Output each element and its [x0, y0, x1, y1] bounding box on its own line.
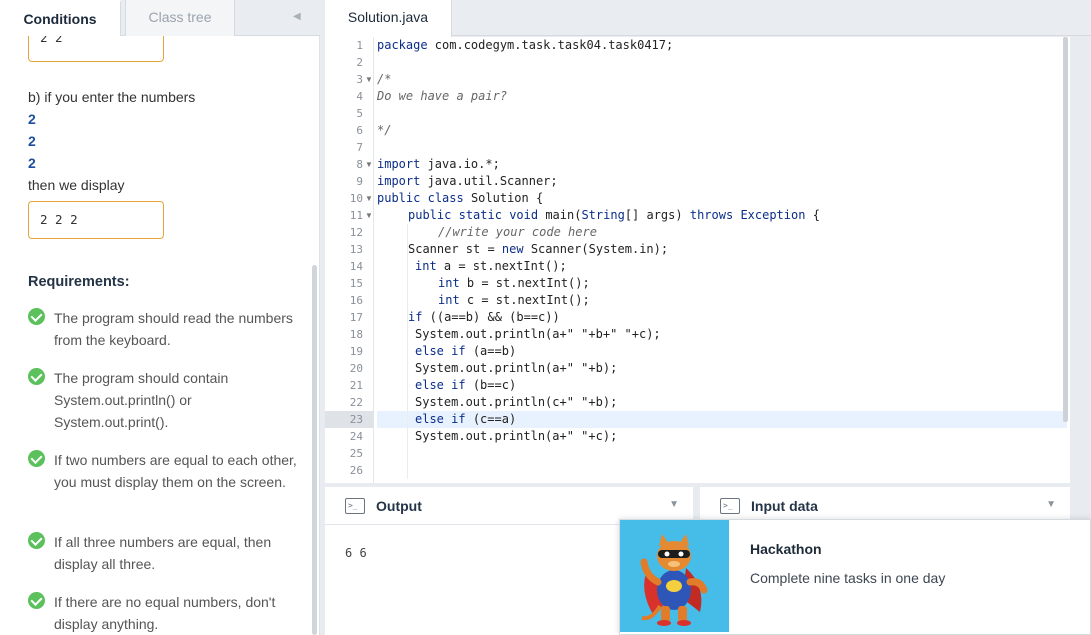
line-number: 7	[356, 141, 363, 154]
fold-arrow-icon[interactable]: ▼	[365, 156, 373, 173]
example-output-box: 2 2 2	[28, 201, 164, 239]
editor-tab-bar: Solution.java	[325, 0, 1091, 37]
line-number: 10	[349, 192, 363, 205]
line-number: 19	[349, 345, 363, 358]
line-number: 16	[349, 294, 363, 307]
check-icon	[28, 450, 45, 467]
line-number: 14	[349, 260, 363, 273]
check-icon	[28, 368, 45, 385]
line-number: 20	[349, 362, 363, 375]
code-line: System.out.println(a+" "+c);	[415, 429, 618, 443]
terminal-icon: >_	[345, 498, 365, 514]
requirements-title: Requirements:	[28, 274, 130, 290]
example-then-text: then we display	[28, 177, 125, 193]
line-number: 3	[356, 73, 363, 86]
code-line: public static void main(String[] args) t…	[408, 208, 820, 222]
requirement-text: If two numbers are equal to each other, …	[54, 452, 297, 490]
code-line: package com.codegym.task.task04.task0417…	[377, 38, 674, 52]
tab-conditions[interactable]: Conditions	[0, 0, 121, 36]
check-icon	[28, 308, 45, 325]
example-output-box: 2 2	[28, 36, 164, 62]
code-area[interactable]: package com.codegym.task.task04.task0417…	[377, 37, 1067, 483]
notification-title: Hackathon	[750, 541, 822, 557]
line-number: 2	[356, 56, 363, 69]
code-line: int b = st.nextInt();	[438, 276, 590, 290]
chevron-down-icon[interactable]: ▼	[1046, 499, 1056, 510]
code-line: else if (b==c)	[415, 378, 517, 392]
indent-guide	[407, 224, 408, 479]
example-number: 2	[28, 111, 36, 127]
fold-arrow-icon[interactable]: ▼	[365, 207, 373, 224]
line-number: 5	[356, 107, 363, 120]
conditions-scrollbar[interactable]	[312, 265, 317, 635]
line-number: 15	[349, 277, 363, 290]
requirement-text: The program should contain System.out.pr…	[54, 370, 229, 430]
code-line: Scanner st = new Scanner(System.in);	[408, 242, 669, 256]
code-line: Do we have a pair?	[377, 89, 508, 103]
line-number: 25	[349, 447, 363, 460]
line-number: 18	[349, 328, 363, 341]
code-line: public class Solution {	[377, 191, 544, 205]
terminal-icon: >_	[720, 498, 740, 514]
line-number: 22	[349, 396, 363, 409]
line-number: 23	[349, 413, 363, 426]
code-line: import java.io.*;	[377, 157, 500, 171]
code-editor[interactable]: 1 2 3 4 5 6 7 8 9 10 11 12 13 14 15 16 1…	[325, 37, 1070, 483]
code-line: System.out.println(a+" "+b);	[415, 361, 618, 375]
code-line: int c = st.nextInt();	[438, 293, 590, 307]
example-number: 2	[28, 133, 36, 149]
conditions-content: 2 2 b) if you enter the numbers 2 2 2 th…	[0, 36, 310, 635]
example-number: 2	[28, 155, 36, 171]
line-number: 24	[349, 430, 363, 443]
requirement-text: If there are no equal numbers, don't dis…	[54, 594, 276, 632]
code-line: */	[377, 123, 392, 137]
requirement-text: If all three numbers are equal, then dis…	[54, 534, 272, 572]
code-line: import java.util.Scanner;	[377, 174, 558, 188]
line-number-gutter: 1 2 3 4 5 6 7 8 9 10 11 12 13 14 15 16 1…	[325, 37, 374, 483]
left-tab-bar: Conditions Class tree ◀	[0, 0, 320, 36]
tab-class-tree[interactable]: Class tree	[125, 0, 235, 36]
app-root: Conditions Class tree ◀ 2 2 b) if you en…	[0, 0, 1091, 635]
notification-text: Complete nine tasks in one day	[750, 570, 946, 586]
fold-arrow-icon[interactable]: ▼	[365, 190, 373, 207]
check-icon	[28, 592, 45, 609]
code-line: //write your code here	[438, 225, 597, 239]
output-text: 6 6	[345, 546, 367, 560]
code-line: int a = st.nextInt();	[415, 259, 567, 273]
line-number: 21	[349, 379, 363, 392]
line-number: 1	[356, 39, 363, 52]
hackathon-notification[interactable]: Hackathon Complete nine tasks in one day	[619, 519, 1091, 635]
output-panel-title: Output	[376, 498, 422, 514]
line-number: 9	[356, 175, 363, 188]
line-number: 6	[356, 124, 363, 137]
tab-solution-java[interactable]: Solution.java	[325, 0, 452, 37]
code-line: if ((a==b) && (b==c))	[408, 310, 560, 324]
code-line: else if (a==b)	[415, 344, 517, 358]
check-icon	[28, 532, 45, 549]
example-b-intro: b) if you enter the numbers	[28, 89, 196, 105]
line-number: 17	[349, 311, 363, 324]
code-line: /*	[377, 72, 392, 86]
line-number: 13	[349, 243, 363, 256]
code-line: System.out.println(a+" "+b+" "+c);	[415, 327, 661, 341]
chevron-down-icon[interactable]: ▼	[669, 499, 679, 510]
hackathon-mascot-image	[620, 520, 729, 632]
code-line: System.out.println(c+" "+b);	[415, 395, 618, 409]
collapse-panel-icon[interactable]: ◀	[293, 11, 301, 22]
line-number: 4	[356, 90, 363, 103]
fold-arrow-icon[interactable]: ▼	[365, 71, 373, 88]
editor-scrollbar[interactable]	[1063, 37, 1068, 422]
conditions-panel: Conditions Class tree ◀ 2 2 b) if you en…	[0, 0, 320, 635]
input-panel-title: Input data	[751, 498, 818, 514]
line-number: 12	[349, 226, 363, 239]
line-number: 26	[349, 464, 363, 477]
line-number: 11	[349, 209, 363, 222]
line-number: 8	[356, 158, 363, 171]
code-line: else if (c==a)	[415, 412, 517, 426]
requirement-text: The program should read the numbers from…	[54, 310, 293, 348]
